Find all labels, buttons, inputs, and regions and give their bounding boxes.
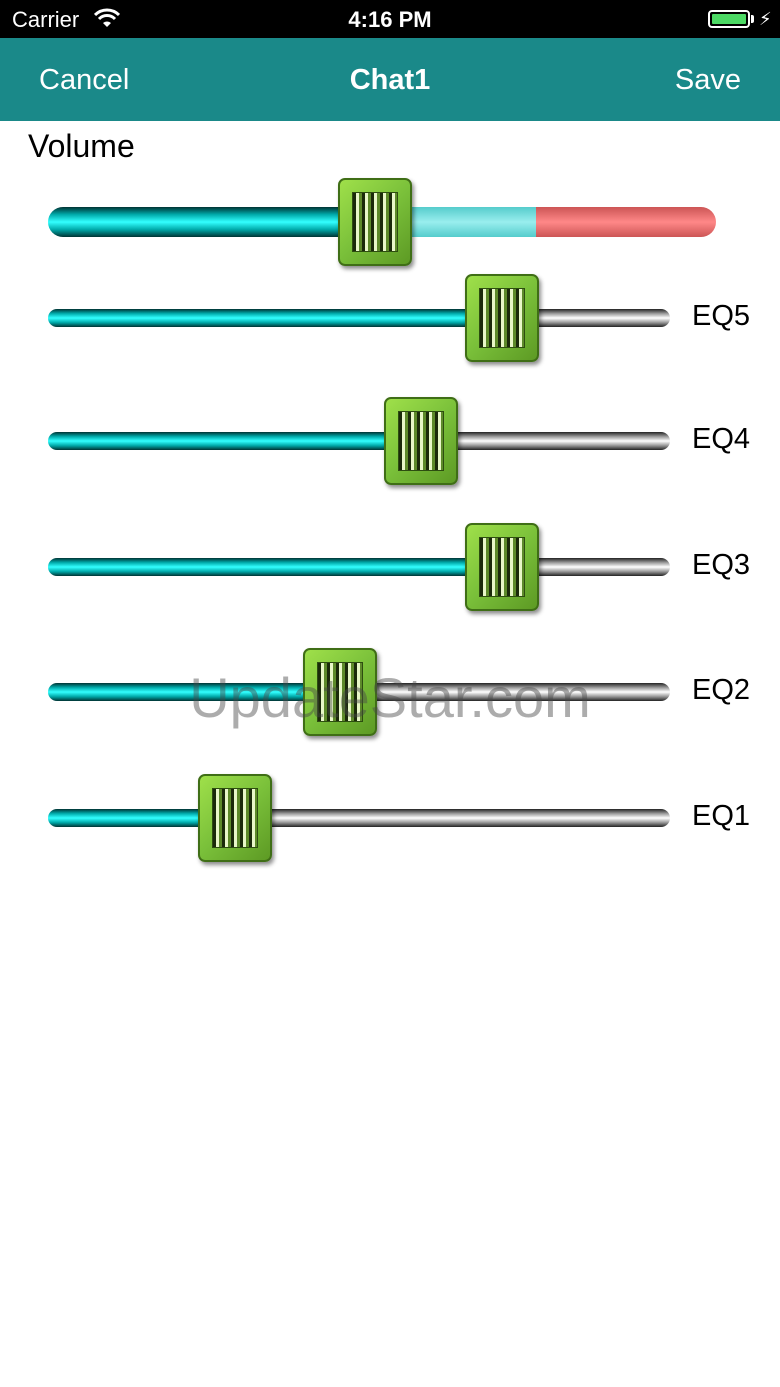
grip-lines	[211, 788, 258, 848]
battery-tip	[751, 15, 754, 23]
status-bar: Carrier 4:16 PM ⚡	[0, 0, 780, 38]
eq-slider-rest	[234, 809, 670, 827]
eq-label-eq2: EQ2	[692, 674, 751, 706]
volume-slider-peak	[535, 207, 716, 237]
eq-slider-fill	[48, 432, 422, 450]
eq-slider-fill	[48, 309, 503, 327]
nav-bar: Cancel Chat1 Save	[0, 38, 780, 121]
eq-label-eq4: EQ4	[692, 423, 751, 455]
eq-slider-track-eq5[interactable]	[48, 309, 670, 327]
eq-label-eq1: EQ1	[692, 800, 751, 832]
eq-slider-track-eq1[interactable]	[48, 809, 670, 827]
eq-slider-track-eq4[interactable]	[48, 432, 670, 450]
eq-slider-thumb-eq2[interactable]	[303, 648, 378, 736]
grip-lines	[398, 411, 445, 471]
eq-slider-thumb-eq3[interactable]	[465, 523, 540, 611]
eq-slider-track-eq3[interactable]	[48, 558, 670, 576]
volume-slider-fill	[48, 207, 376, 237]
eq-slider-fill	[48, 683, 341, 701]
grip-lines	[479, 288, 526, 348]
save-button[interactable]: Save	[675, 64, 741, 97]
eq-slider-thumb-eq5[interactable]	[465, 274, 540, 362]
status-time: 4:16 PM	[348, 7, 432, 32]
volume-label: Volume	[28, 128, 135, 164]
eq-label-eq5: EQ5	[692, 300, 751, 332]
eq-slider-thumb-eq4[interactable]	[384, 397, 459, 485]
grip-lines	[317, 662, 364, 722]
grip-lines	[352, 192, 399, 252]
eq-slider-fill	[48, 558, 503, 576]
battery-icon	[708, 10, 750, 28]
volume-slider-thumb[interactable]	[338, 178, 413, 266]
eq-label-eq3: EQ3	[692, 549, 751, 581]
eq-slider-rest	[340, 683, 670, 701]
eq-slider-rest	[421, 432, 670, 450]
page-title: Chat1	[349, 64, 431, 96]
grip-lines	[479, 537, 526, 597]
eq-slider-thumb-eq1[interactable]	[197, 774, 272, 862]
charging-icon: ⚡	[759, 9, 772, 29]
